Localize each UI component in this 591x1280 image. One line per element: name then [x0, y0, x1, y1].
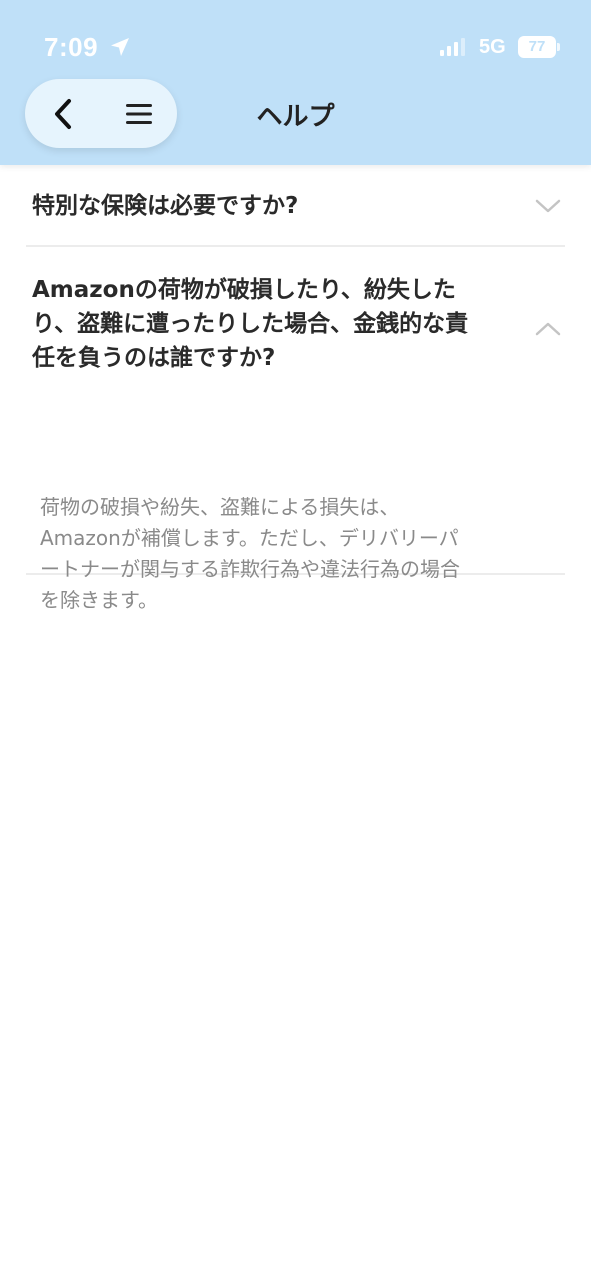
faq-question: 特別な保険は必要ですか?	[32, 193, 299, 219]
app-header: 7:09 5G 77 ヘルプ	[0, 0, 591, 165]
faq-answer-line: 荷物の破損や紛失、盗難による損失は、	[40, 495, 400, 519]
faq-answer: 荷物の破損や紛失、盗難による損失は、 Amazonが補償します。ただし、デリバリ…	[40, 492, 540, 616]
faq-item-insurance[interactable]: 特別な保険は必要ですか?	[26, 165, 565, 247]
faq-answer-line: ートナーが関与する詐欺行為や違法行為の場合	[40, 557, 460, 581]
faq-question-line: 任を負うのは誰ですか?	[32, 345, 276, 371]
faq-question-line: Amazonの荷物が破損したり、紛失した	[32, 277, 456, 303]
faq-question-line: り、盗難に遭ったりした場合、金銭的な責	[32, 311, 469, 337]
faq-answer-line: Amazonが補償します。ただし、デリバリーパ	[40, 526, 459, 550]
faq-item-liability[interactable]: Amazonの荷物が破損したり、紛失した り、盗難に遭ったりした場合、金銭的な責…	[26, 247, 565, 612]
chevron-down-icon[interactable]	[535, 198, 561, 214]
network-type: 5G	[479, 36, 506, 58]
status-time: 7:09	[44, 32, 99, 62]
signal-strength-icon	[440, 38, 465, 56]
battery-icon: 77	[518, 36, 560, 58]
status-bar: 7:09 5G 77	[0, 0, 591, 90]
faq-question: Amazonの荷物が破損したり、紛失した り、盗難に遭ったりした場合、金銭的な責…	[32, 273, 492, 375]
battery-level: 77	[528, 38, 546, 55]
page-title: ヘルプ	[256, 102, 335, 132]
chevron-up-icon[interactable]	[535, 321, 561, 337]
faq-list: 特別な保険は必要ですか? Amazonの荷物が破損したり、紛失した り、盗難に遭…	[26, 165, 565, 612]
location-arrow-icon	[111, 38, 129, 56]
faq-answer-line: を除きます。	[40, 588, 158, 612]
